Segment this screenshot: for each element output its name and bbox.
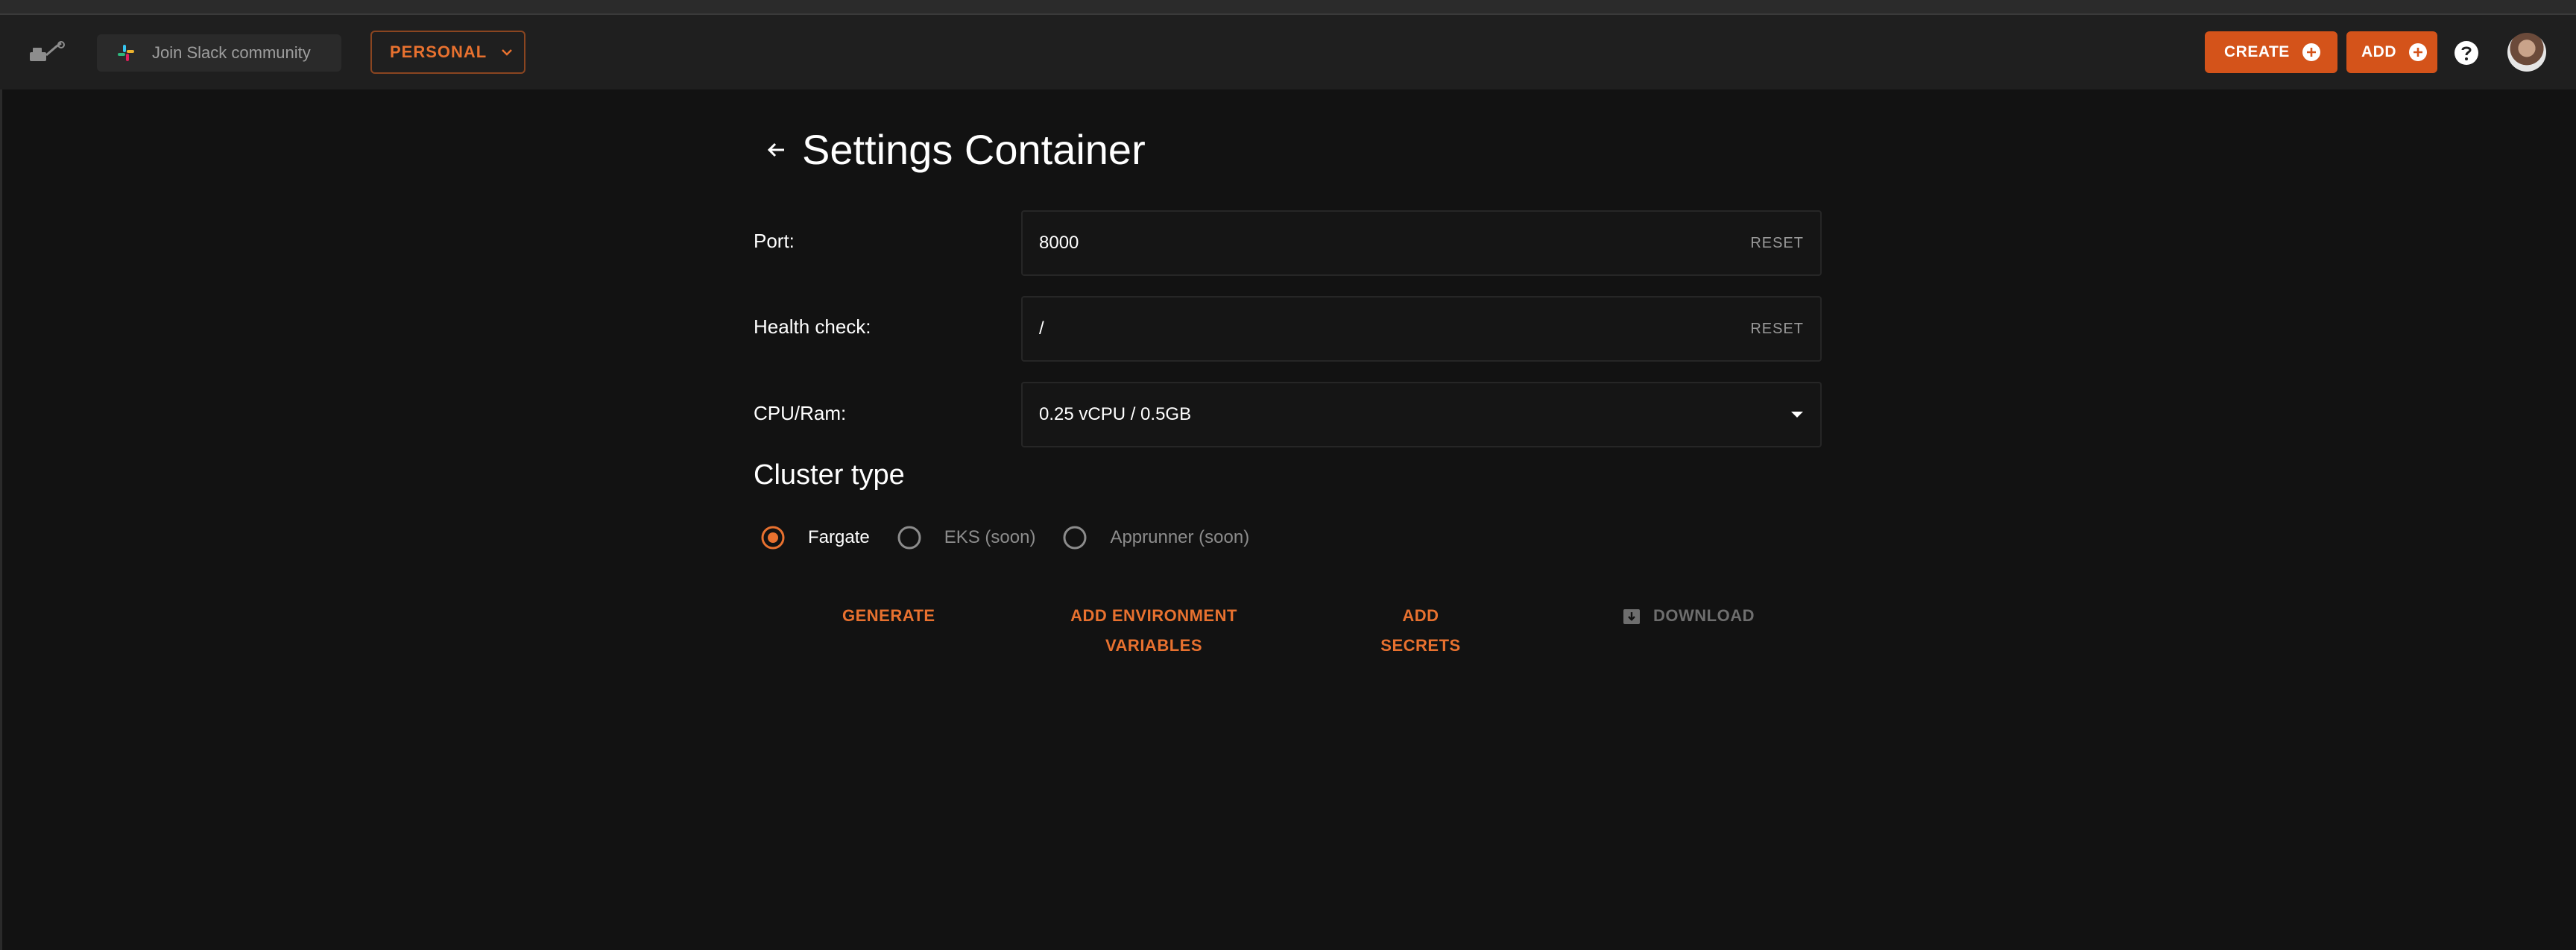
plus-circle-icon: [2409, 43, 2427, 61]
cpu-ram-select[interactable]: 0.25 vCPU / 0.5GB: [1021, 382, 1822, 447]
add-secrets-label: ADD SECRETS: [1380, 606, 1461, 655]
add-button-label: ADD: [2361, 43, 2396, 60]
add-env-label-line1: ADD ENVIRONMENT: [1070, 606, 1237, 625]
join-slack-button[interactable]: Join Slack community: [97, 34, 341, 72]
page-title: Settings Container: [802, 126, 1146, 173]
create-button-label: CREATE: [2224, 43, 2290, 60]
help-icon[interactable]: [2454, 40, 2479, 66]
cluster-type-radio-group: Fargate EKS (soon) Apprunner (soon): [760, 525, 1276, 550]
chevron-down-icon: [502, 49, 513, 56]
page-title-row: Settings Container: [763, 125, 1146, 174]
add-env-label-line2: VARIABLES: [1105, 636, 1202, 655]
download-button: DOWNLOAD: [1622, 601, 1756, 631]
download-icon: [1623, 609, 1640, 624]
add-environment-variables-button[interactable]: ADD ENVIRONMENT VARIABLES: [1058, 601, 1249, 661]
generate-button[interactable]: GENERATE: [842, 601, 935, 631]
health-check-reset-button[interactable]: RESET: [1750, 298, 1804, 360]
health-check-input[interactable]: / RESET: [1021, 296, 1822, 362]
radio-apprunner-label: Apprunner (soon): [1110, 527, 1250, 547]
radio-eks: [897, 526, 921, 550]
port-reset-button[interactable]: RESET: [1750, 212, 1804, 274]
radio-fargate[interactable]: [760, 525, 786, 550]
cluster-type-title: Cluster type: [754, 459, 905, 491]
port-label: Port:: [754, 230, 795, 252]
add-secrets-button[interactable]: ADD SECRETS: [1361, 601, 1480, 661]
window-left-edge: [0, 15, 2, 950]
download-label: DOWNLOAD: [1653, 606, 1755, 625]
workspace-label: PERSONAL: [390, 43, 487, 61]
port-value: 8000: [1039, 233, 1079, 253]
page: Join Slack community PERSONAL CREATE ADD: [0, 0, 2576, 950]
workspace-selector[interactable]: PERSONAL: [370, 31, 525, 74]
port-input[interactable]: 8000 RESET: [1021, 210, 1822, 276]
top-header: Join Slack community PERSONAL CREATE ADD: [0, 15, 2576, 89]
generate-button-label: GENERATE: [842, 606, 935, 625]
radio-apprunner: [1063, 526, 1087, 550]
cpu-ram-value: 0.25 vCPU / 0.5GB: [1039, 404, 1192, 424]
health-check-value: /: [1039, 318, 1044, 339]
health-check-label: Health check:: [754, 315, 871, 338]
plus-circle-icon: [2302, 43, 2320, 61]
radio-eks-label: EKS (soon): [944, 527, 1036, 547]
back-arrow-icon[interactable]: [763, 136, 790, 163]
avatar[interactable]: [2507, 33, 2546, 72]
join-slack-label: Join Slack community: [152, 43, 311, 62]
logo-icon[interactable]: [28, 40, 66, 66]
dropdown-arrow-icon: [1791, 412, 1803, 418]
radio-fargate-label[interactable]: Fargate: [808, 527, 870, 548]
add-button[interactable]: ADD: [2346, 31, 2437, 73]
create-button[interactable]: CREATE: [2205, 31, 2337, 73]
cpu-ram-label: CPU/Ram:: [754, 402, 847, 424]
window-top-strip: [0, 0, 2576, 15]
slack-icon: [118, 45, 134, 61]
